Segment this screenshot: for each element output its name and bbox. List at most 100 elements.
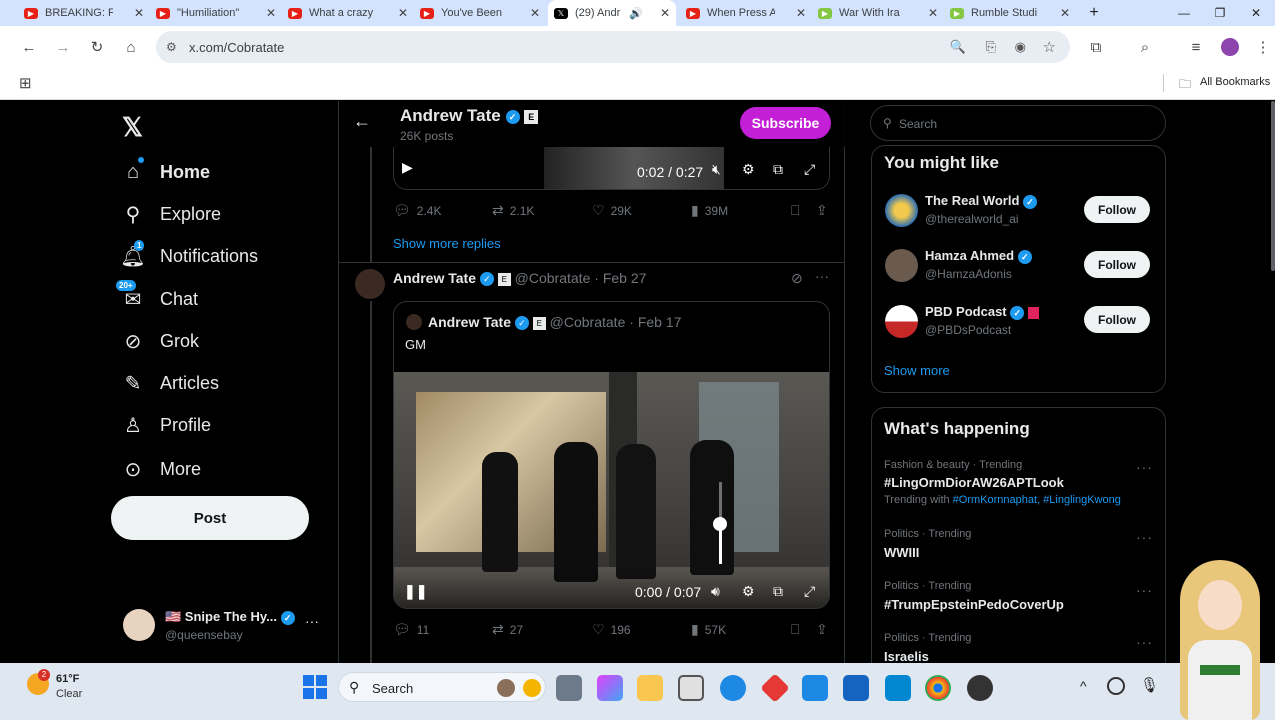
- browser-tab[interactable]: ▶ War With Ira ✕: [812, 0, 944, 26]
- views-button[interactable]: ▮ 39M: [691, 202, 728, 219]
- eye-icon[interactable]: ◉: [1015, 39, 1026, 55]
- back-icon[interactable]: ←: [16, 34, 42, 60]
- close-tab-icon[interactable]: ✕: [1056, 6, 1070, 20]
- address-bar[interactable]: ⚙ x.com/Cobratate 🔍 ⎘ ◉ ☆: [156, 31, 1070, 63]
- media-control-icon[interactable]: ≡: [1183, 34, 1209, 60]
- grok-icon[interactable]: ⊘: [791, 270, 803, 287]
- quoted-post[interactable]: Andrew Tate ✓ E @Cobratate · Feb 17 GM ❚…: [393, 301, 830, 609]
- browser-tab[interactable]: ▶ BREAKING: F ✕: [18, 0, 150, 26]
- task-view-icon[interactable]: [556, 675, 582, 701]
- like-button[interactable]: ♡ 29K: [592, 202, 632, 219]
- browser-tab-active[interactable]: 𝕏 (29) Andr 🔊 ✕: [548, 0, 676, 26]
- edge-icon[interactable]: [720, 675, 746, 701]
- sidebar-item-articles[interactable]: ✎ Articles: [120, 370, 219, 396]
- pip-icon[interactable]: ⧉: [773, 161, 783, 178]
- reply-button[interactable]: 💬︎ 2.4K: [393, 202, 441, 219]
- suggestion-name[interactable]: The Real World ✓: [925, 193, 1038, 209]
- avatar[interactable]: [123, 609, 155, 641]
- account-more-icon[interactable]: ···: [305, 613, 319, 629]
- home-icon[interactable]: ⌂: [118, 34, 144, 60]
- avatar[interactable]: [355, 269, 385, 299]
- profile-avatar[interactable]: [1217, 34, 1243, 60]
- trend-more-icon[interactable]: ···: [1136, 582, 1153, 598]
- page-scrollbar[interactable]: [1271, 101, 1275, 271]
- minimize-button[interactable]: —: [1166, 0, 1202, 26]
- sidebar-item-notifications[interactable]: 🔔︎ 1 Notifications: [120, 240, 258, 269]
- settings-icon[interactable]: ⚙: [742, 161, 755, 178]
- close-window-button[interactable]: ✕: [1238, 0, 1274, 26]
- close-tab-icon[interactable]: ✕: [656, 6, 670, 20]
- close-tab-icon[interactable]: ✕: [130, 6, 144, 20]
- share-button[interactable]: ⇪: [816, 621, 834, 638]
- views-button[interactable]: ▮ 57K: [691, 621, 726, 638]
- play-icon[interactable]: ▶: [402, 159, 413, 176]
- tray-chevron-icon[interactable]: ^: [1080, 678, 1087, 694]
- maximize-button[interactable]: ❐: [1202, 0, 1238, 26]
- avatar[interactable]: [885, 194, 918, 227]
- close-tab-icon[interactable]: ✕: [526, 6, 540, 20]
- close-tab-icon[interactable]: ✕: [262, 6, 276, 20]
- like-button[interactable]: ♡ 196: [592, 621, 631, 638]
- all-bookmarks-link[interactable]: All Bookmarks: [1200, 76, 1270, 88]
- copilot-icon[interactable]: [597, 675, 623, 701]
- trend-title[interactable]: #TrumpEpsteinPedoCoverUp: [884, 597, 1064, 612]
- chrome-icon[interactable]: [925, 675, 951, 701]
- sidebar-item-more[interactable]: ⊙ More: [120, 456, 201, 482]
- microphone-icon[interactable]: 🎙︎: [1140, 676, 1159, 694]
- trend-more-icon[interactable]: ···: [1136, 634, 1153, 650]
- weather-temp[interactable]: 61°F: [56, 673, 79, 685]
- x-logo-icon[interactable]: 𝕏: [122, 112, 143, 143]
- account-switcher[interactable]: 🇺🇸 Snipe The Hy... ✓: [165, 609, 295, 625]
- sidebar-item-explore[interactable]: ⚲ Explore: [120, 201, 221, 227]
- browser-tab[interactable]: ▶ Rumble Studi ✕: [944, 0, 1076, 26]
- follow-button[interactable]: Follow: [1084, 251, 1150, 278]
- close-tab-icon[interactable]: ✕: [394, 6, 408, 20]
- file-explorer-icon[interactable]: [637, 675, 663, 701]
- volume-icon[interactable]: 🔊︎: [711, 583, 720, 600]
- follow-button[interactable]: Follow: [1084, 306, 1150, 333]
- trend-more-icon[interactable]: ···: [1136, 459, 1153, 475]
- browser-tab[interactable]: ▶ "Humiliation" ✕: [150, 0, 282, 26]
- reload-icon[interactable]: ↻: [84, 34, 110, 60]
- close-tab-icon[interactable]: ✕: [792, 6, 806, 20]
- zoom-icon[interactable]: 🔍: [950, 39, 966, 55]
- browser-tab[interactable]: ▶ When Press A ✕: [680, 0, 812, 26]
- show-more-replies-link[interactable]: Show more replies: [393, 236, 501, 251]
- pip-icon[interactable]: ⧉: [773, 583, 783, 600]
- mute-icon[interactable]: 🔇︎: [712, 161, 721, 178]
- suggestion-name[interactable]: Hamza Ahmed ✓: [925, 248, 1032, 264]
- browser-tab[interactable]: ▶ What a crazy ✕: [282, 0, 414, 26]
- windows-start-icon[interactable]: [303, 675, 327, 699]
- sidebar-item-profile[interactable]: ♙ Profile: [120, 412, 211, 438]
- repost-button[interactable]: ⇄ 27: [492, 621, 523, 638]
- tray-app-icon[interactable]: [1107, 677, 1125, 695]
- fullscreen-icon[interactable]: ⤢: [804, 161, 815, 178]
- post-author[interactable]: Andrew Tate ✓ E @Cobratate · Feb 27: [393, 270, 646, 287]
- show-more-link[interactable]: Show more: [884, 363, 950, 378]
- suggestion-name[interactable]: PBD Podcast ✓: [925, 304, 1039, 320]
- trend-title[interactable]: #LingOrmDiorAW26APTLook: [884, 475, 1064, 490]
- back-arrow-icon[interactable]: ←: [353, 111, 371, 132]
- menu-icon[interactable]: ⋮: [1250, 34, 1275, 60]
- site-info-icon[interactable]: ⚙: [166, 40, 177, 54]
- extensions-icon[interactable]: ⧉: [1083, 34, 1109, 60]
- browser-tab[interactable]: ▶ You've Been ✕: [414, 0, 546, 26]
- trend-hashtags[interactable]: #OrmKornnaphat, #LinglingKwong: [953, 494, 1121, 506]
- subscribe-button[interactable]: Subscribe: [740, 107, 831, 139]
- store-icon[interactable]: [678, 675, 704, 701]
- avatar[interactable]: [885, 249, 918, 282]
- sidebar-item-home[interactable]: ⌂ Home: [120, 157, 210, 185]
- close-tab-icon[interactable]: ✕: [924, 6, 938, 20]
- bookmark-button[interactable]: ⎕: [791, 202, 805, 219]
- sidebar-item-grok[interactable]: ⊘ Grok: [120, 328, 199, 354]
- reply-button[interactable]: 💬︎ 11: [393, 621, 429, 638]
- settings-icon[interactable]: ⚙: [742, 583, 755, 600]
- forward-icon[interactable]: →: [50, 34, 76, 60]
- sidebar-item-chat[interactable]: ✉ 20+ Chat: [116, 280, 198, 312]
- follow-button[interactable]: Follow: [1084, 196, 1150, 223]
- share-button[interactable]: ⇪: [816, 202, 834, 219]
- video-player[interactable]: ❚❚ 0:00 / 0:07 🔊︎ ⚙ ⧉ ⤢: [394, 372, 829, 608]
- avatar[interactable]: [885, 305, 918, 338]
- apps-grid-icon[interactable]: ⊞: [19, 74, 32, 92]
- taskbar-search[interactable]: ⚲ Search: [338, 672, 546, 702]
